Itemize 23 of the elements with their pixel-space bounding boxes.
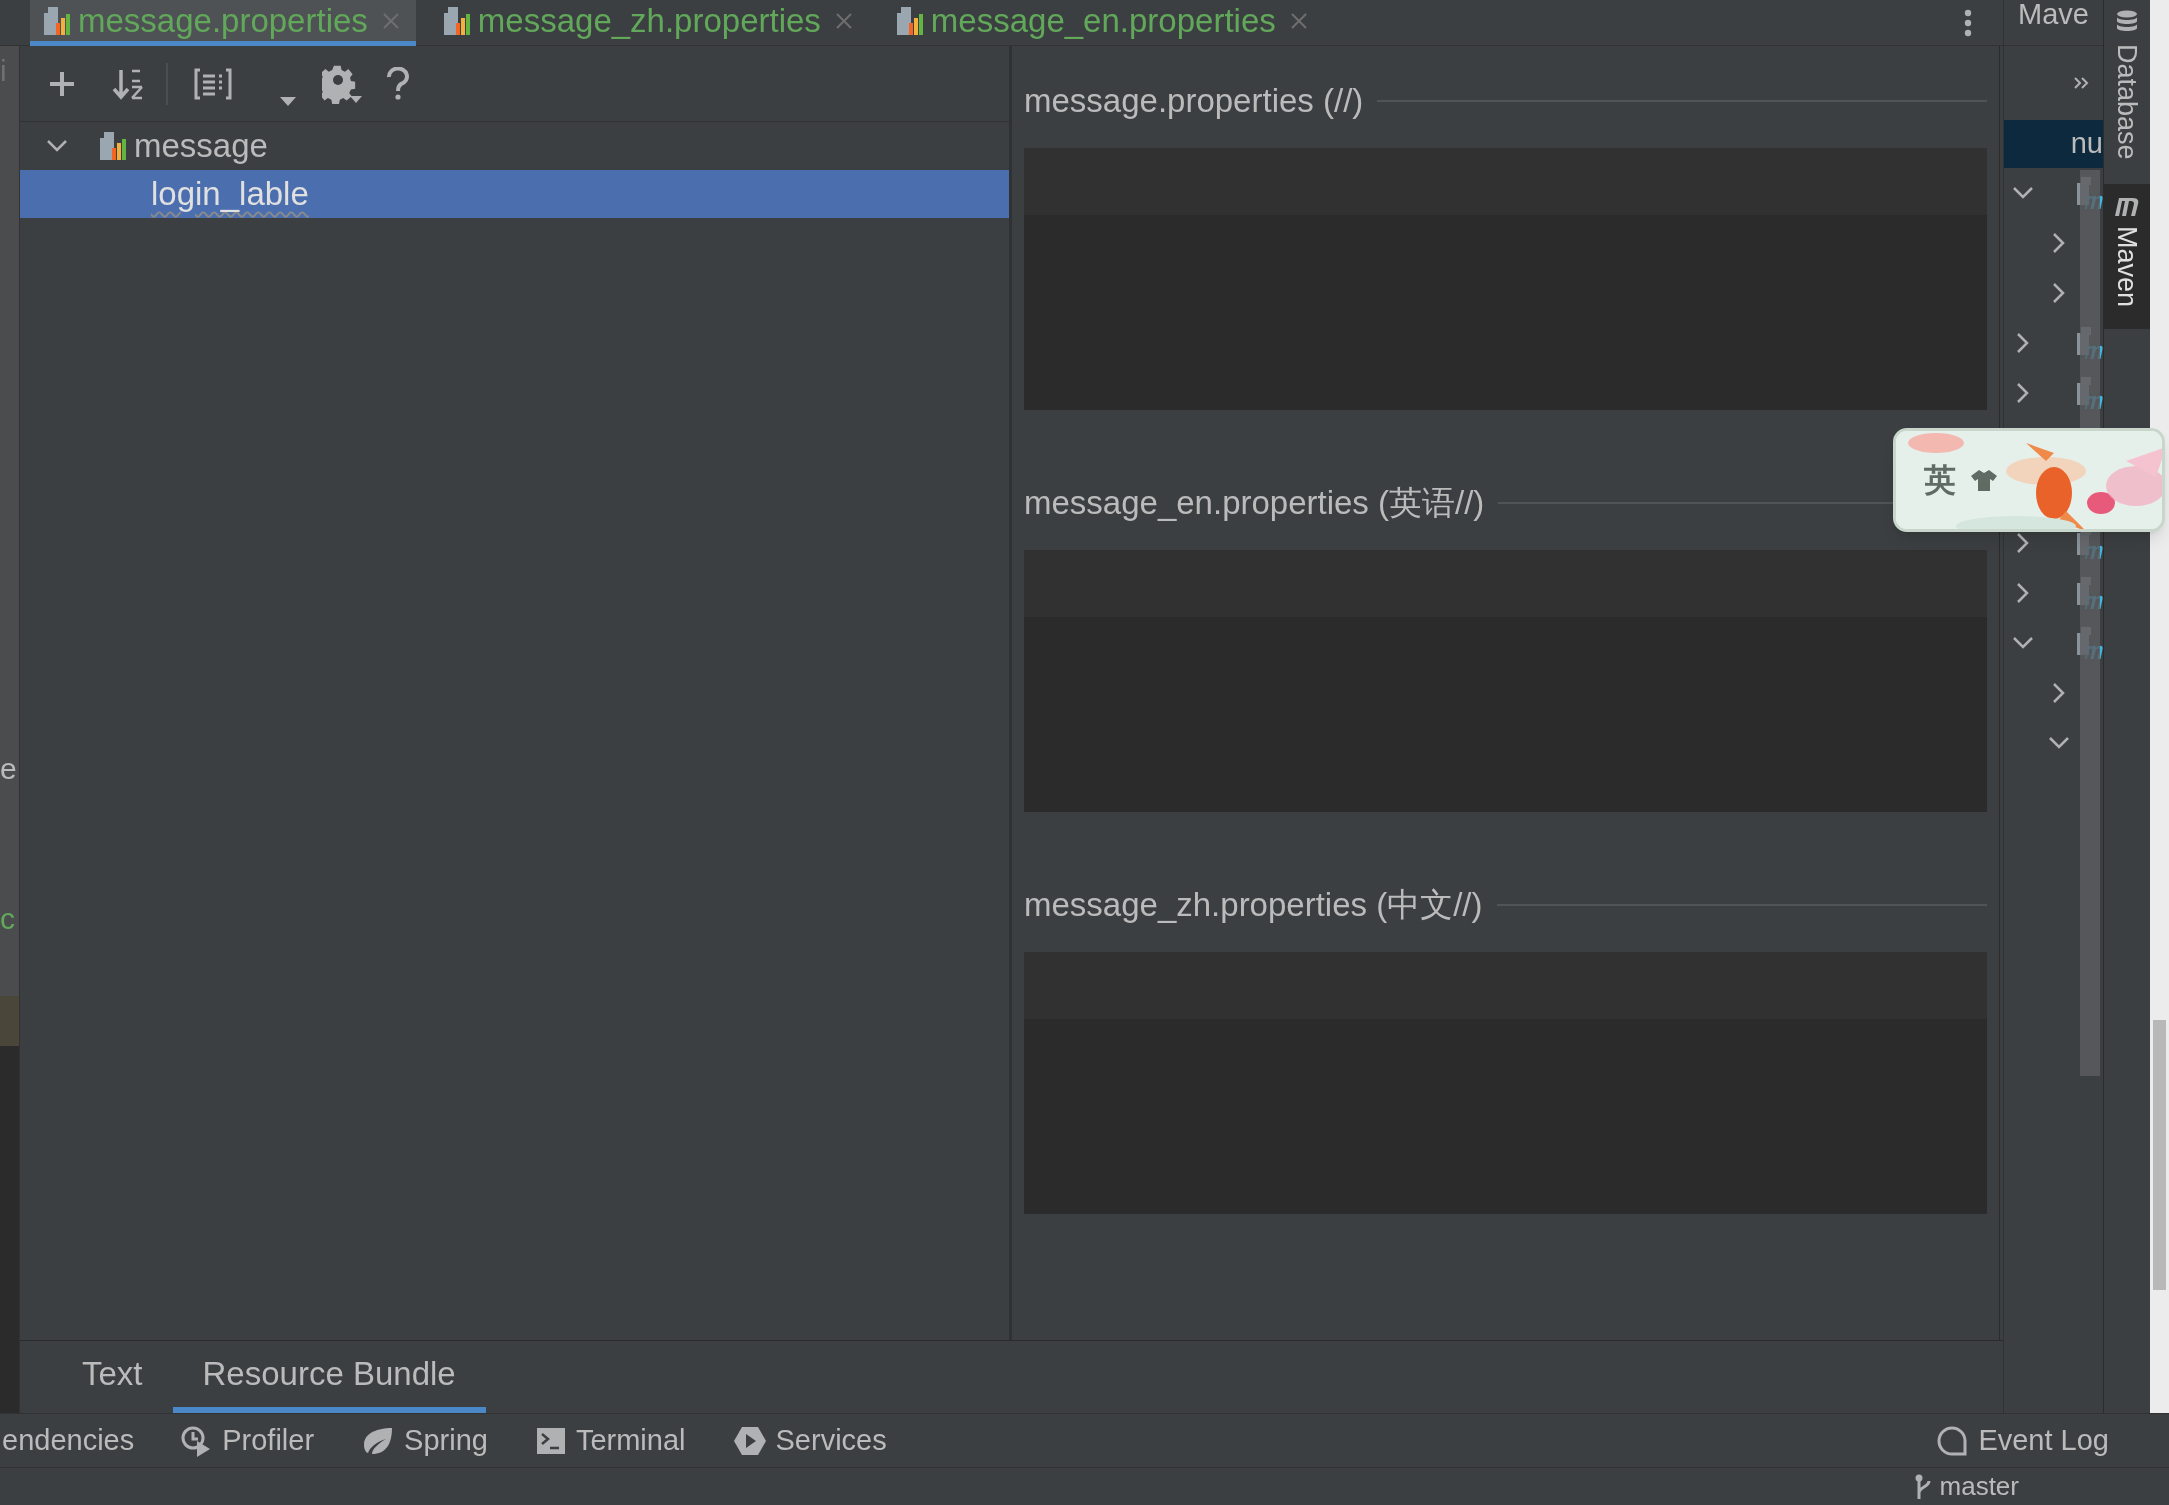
- file-tab[interactable]: message_zh.properties: [429, 0, 869, 46]
- tool-window-button[interactable]: Terminal: [535, 1418, 686, 1463]
- tree-item[interactable]: login_lable: [20, 170, 1009, 218]
- tool-window-button[interactable]: endencies: [2, 1418, 135, 1463]
- input-mode-label: 英: [1924, 461, 1956, 500]
- tool-window-button[interactable]: Profiler: [180, 1418, 315, 1463]
- code-fragment: c: [0, 901, 15, 937]
- side-tab[interactable]: Maven: [2103, 183, 2151, 329]
- code-fragment: e: [0, 751, 17, 787]
- branch-button[interactable]: master: [1913, 1467, 2019, 1505]
- section-title: message_en.properties (英语//): [1024, 483, 1485, 524]
- file-tab[interactable]: message_en.properties: [882, 0, 1324, 46]
- tool-window-button[interactable]: Services: [733, 1418, 887, 1463]
- panel-title: Mave: [2003, 0, 2103, 46]
- tree-item[interactable]: nu: [2004, 120, 2103, 168]
- section-title: message_zh.properties (中文//): [1024, 885, 1483, 926]
- tool-window-button[interactable]: Event Log: [1936, 1418, 2109, 1463]
- side-tab[interactable]: Database: [2103, 0, 2151, 170]
- editor-tab[interactable]: Text: [52, 1341, 173, 1413]
- tool-window-button[interactable]: Spring: [362, 1418, 488, 1463]
- tree-item[interactable]: message: [20, 122, 1009, 170]
- section-title: message.properties (//): [1024, 81, 1364, 122]
- editor-tab[interactable]: Resource Bundle: [172, 1341, 486, 1413]
